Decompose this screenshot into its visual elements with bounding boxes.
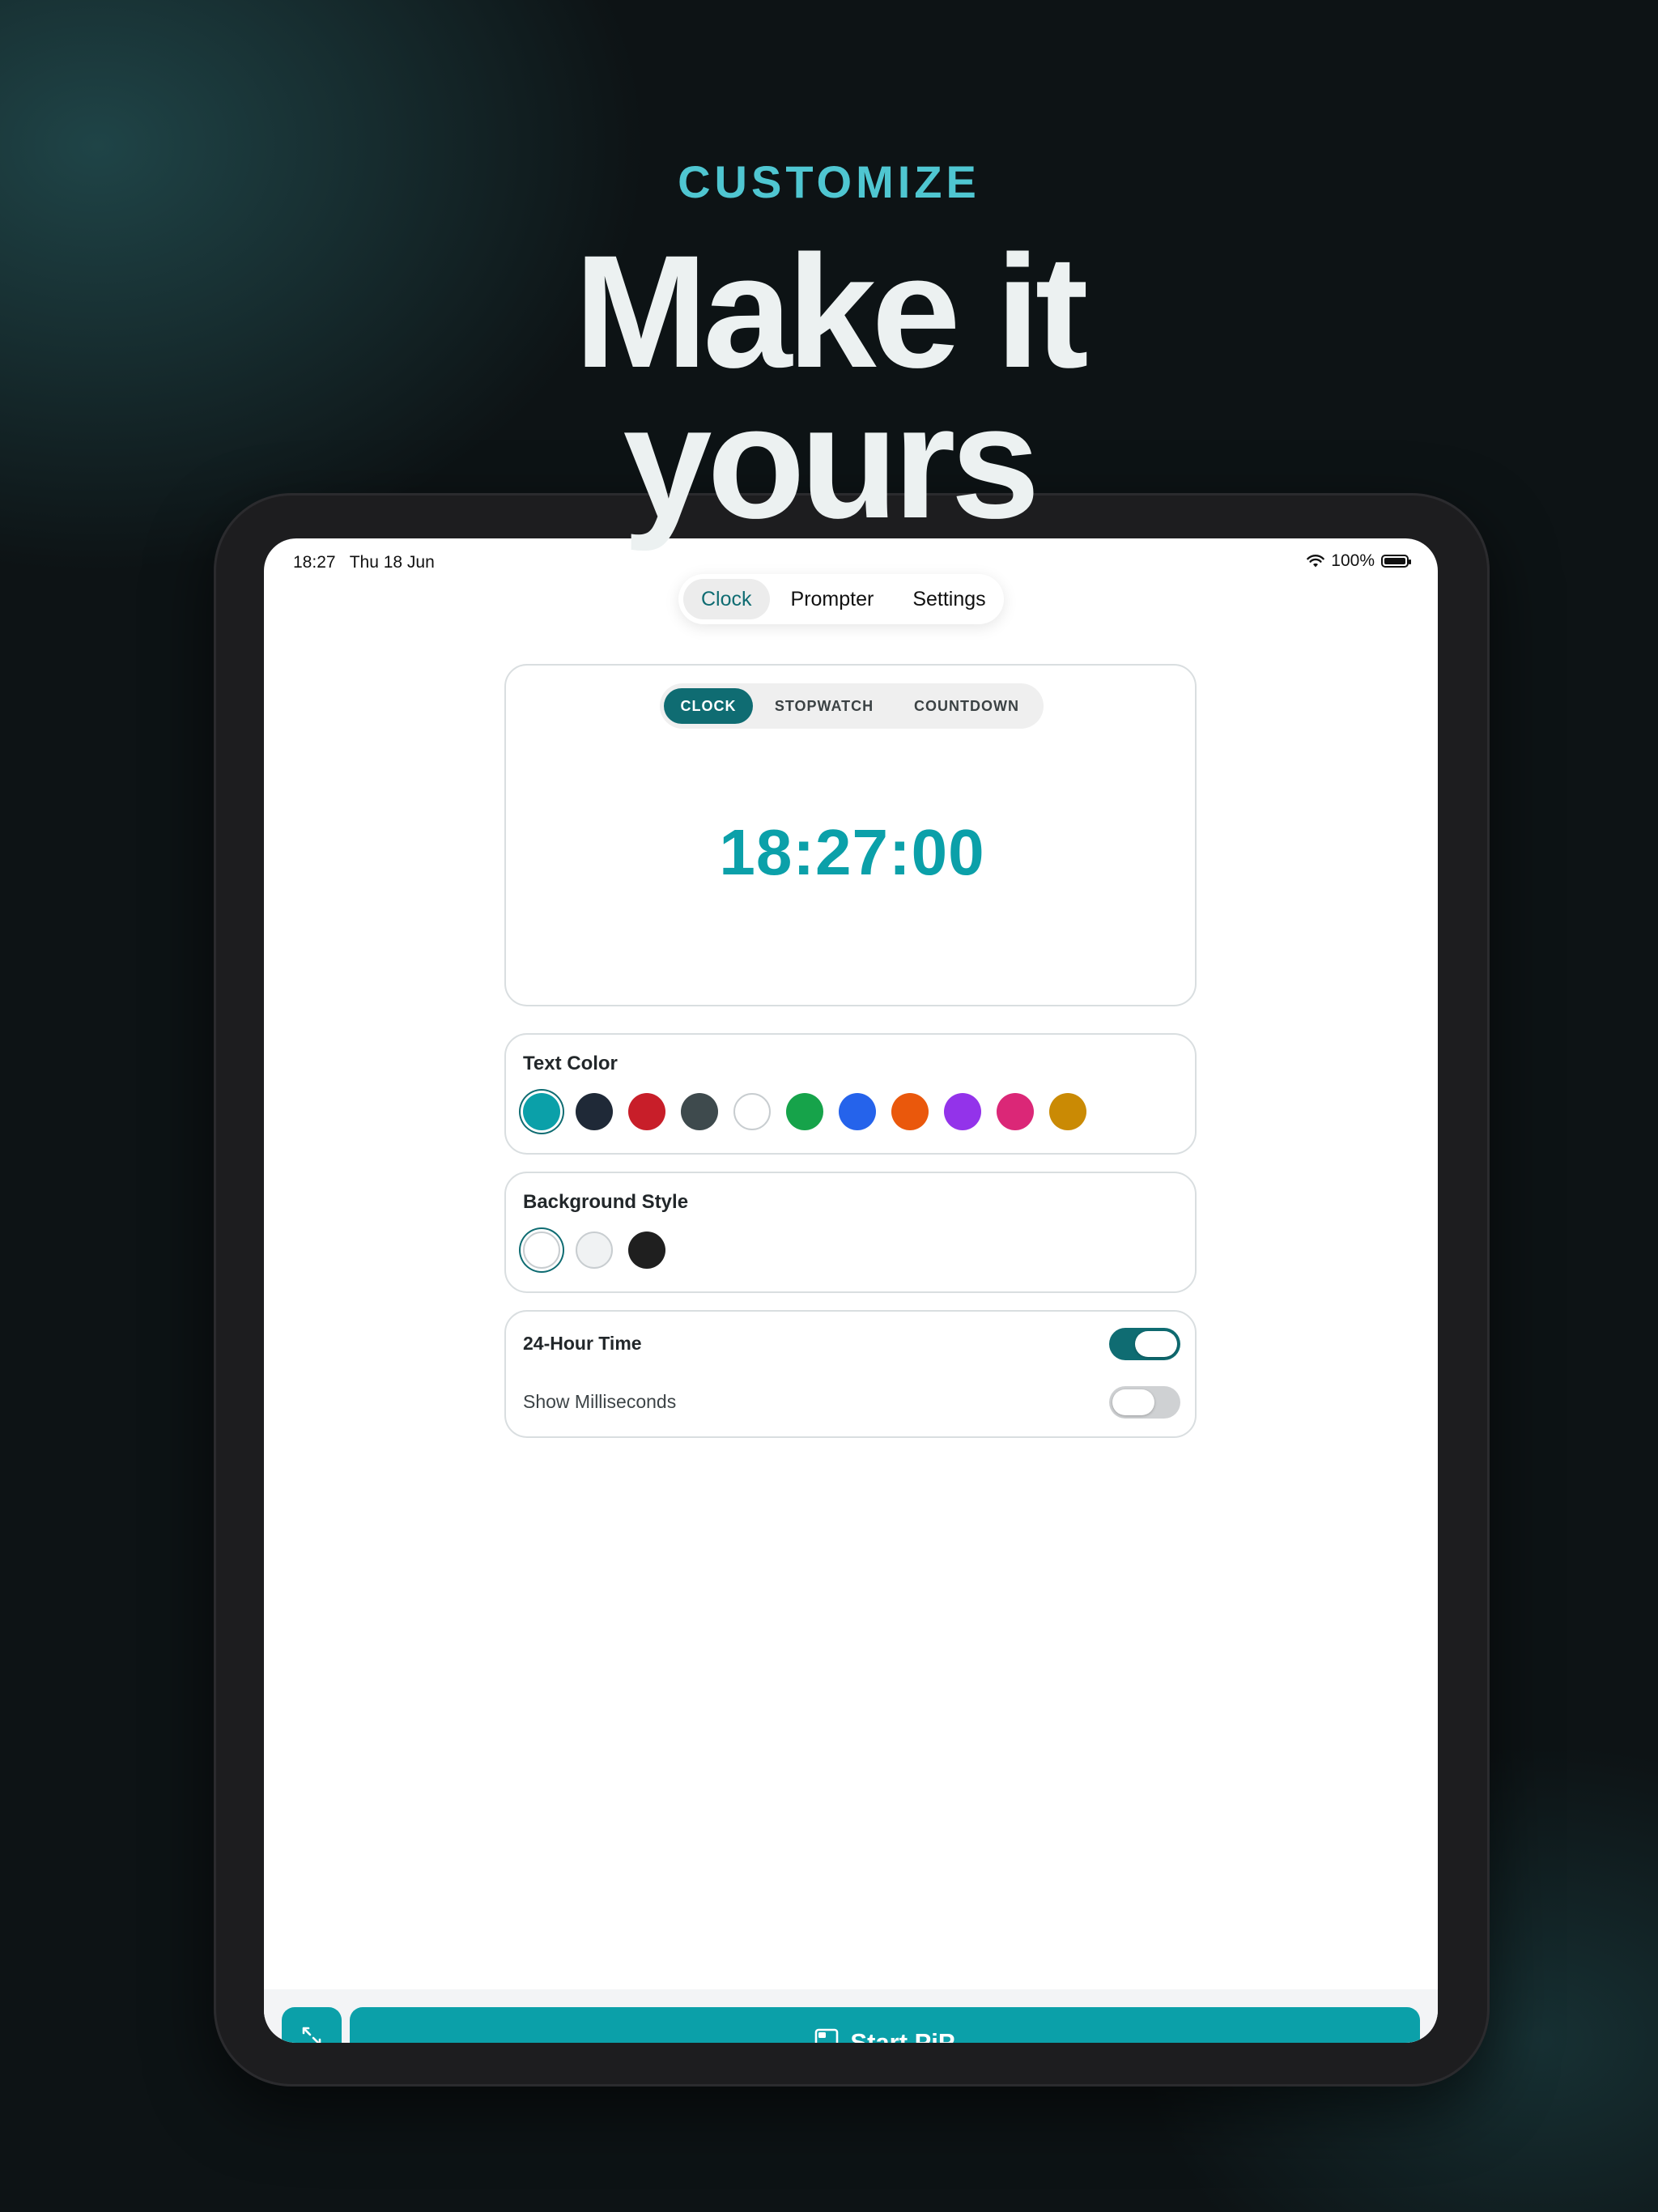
hour24-toggle[interactable] <box>1109 1328 1180 1360</box>
text-color-swatch[interactable] <box>681 1093 718 1130</box>
text-color-swatch[interactable] <box>891 1093 929 1130</box>
text-color-label: Text Color <box>523 1053 618 1074</box>
text-color-swatch[interactable] <box>944 1093 981 1130</box>
mode-countdown[interactable]: COUNTDOWN <box>895 688 1038 724</box>
background-style-swatch[interactable] <box>576 1231 613 1269</box>
wifi-icon <box>1307 555 1325 568</box>
text-color-swatch[interactable] <box>839 1093 876 1130</box>
hour24-label: 24-Hour Time <box>523 1333 642 1354</box>
headline-line-2: yours <box>623 372 1039 551</box>
milliseconds-toggle[interactable] <box>1109 1386 1180 1419</box>
text-color-card: Text Color <box>504 1033 1197 1155</box>
background-style-card: Background Style <box>504 1172 1197 1293</box>
mode-stopwatch[interactable]: STOPWATCH <box>753 688 895 724</box>
promo-headline: Make it yours <box>0 222 1658 551</box>
tab-clock[interactable]: Clock <box>683 579 770 619</box>
battery-icon <box>1381 555 1411 568</box>
promo-kicker: CUSTOMIZE <box>678 156 980 207</box>
background-style-label: Background Style <box>523 1191 689 1213</box>
background-style-swatches <box>523 1231 665 1269</box>
background-style-swatch[interactable] <box>523 1231 560 1269</box>
background-style-swatch[interactable] <box>628 1231 665 1269</box>
milliseconds-label: Show Milliseconds <box>523 1391 677 1412</box>
text-color-swatch[interactable] <box>628 1093 665 1130</box>
status-bar-right: 100% <box>1307 551 1411 571</box>
pip-icon <box>815 2028 839 2043</box>
toggle-knob <box>1135 1331 1177 1357</box>
tab-prompter[interactable]: Prompter <box>773 579 892 619</box>
text-color-swatch[interactable] <box>576 1093 613 1130</box>
status-date: Thu 18 Jun <box>349 553 435 572</box>
text-color-swatches <box>523 1093 1086 1130</box>
text-color-swatch[interactable] <box>1049 1093 1086 1130</box>
top-nav: Clock Prompter Settings <box>678 574 1004 624</box>
headline-line-1: Make it <box>574 222 1088 401</box>
text-color-swatch[interactable] <box>786 1093 823 1130</box>
status-bar-left: 18:27 Thu 18 Jun <box>293 553 435 572</box>
start-pip-label: Start PiP <box>850 2028 955 2043</box>
mode-clock[interactable]: CLOCK <box>664 688 753 724</box>
toggle-knob <box>1112 1389 1154 1415</box>
time-options-card: 24-Hour Time Show Milliseconds <box>504 1310 1197 1438</box>
clock-display: 18:27:00 <box>719 816 985 888</box>
text-color-swatch[interactable] <box>733 1093 771 1130</box>
start-pip-button[interactable]: Start PiP <box>350 2007 1420 2043</box>
clock-preview-card: CLOCK STOPWATCH COUNTDOWN 18:27:00 <box>504 664 1197 1006</box>
tablet-frame: 18:27 Thu 18 Jun 100% Clock Prompter Set… <box>214 493 1490 2087</box>
tab-settings[interactable]: Settings <box>895 579 1003 619</box>
text-color-swatch[interactable] <box>523 1093 560 1130</box>
collapse-arrows-icon <box>302 2027 321 2043</box>
battery-percent: 100% <box>1331 551 1375 570</box>
collapse-button[interactable] <box>282 2007 342 2043</box>
text-color-swatch[interactable] <box>997 1093 1034 1130</box>
app-screen: 18:27 Thu 18 Jun 100% Clock Prompter Set… <box>264 538 1438 2043</box>
mode-selector: CLOCK STOPWATCH COUNTDOWN <box>660 683 1044 729</box>
status-time: 18:27 <box>293 553 336 572</box>
